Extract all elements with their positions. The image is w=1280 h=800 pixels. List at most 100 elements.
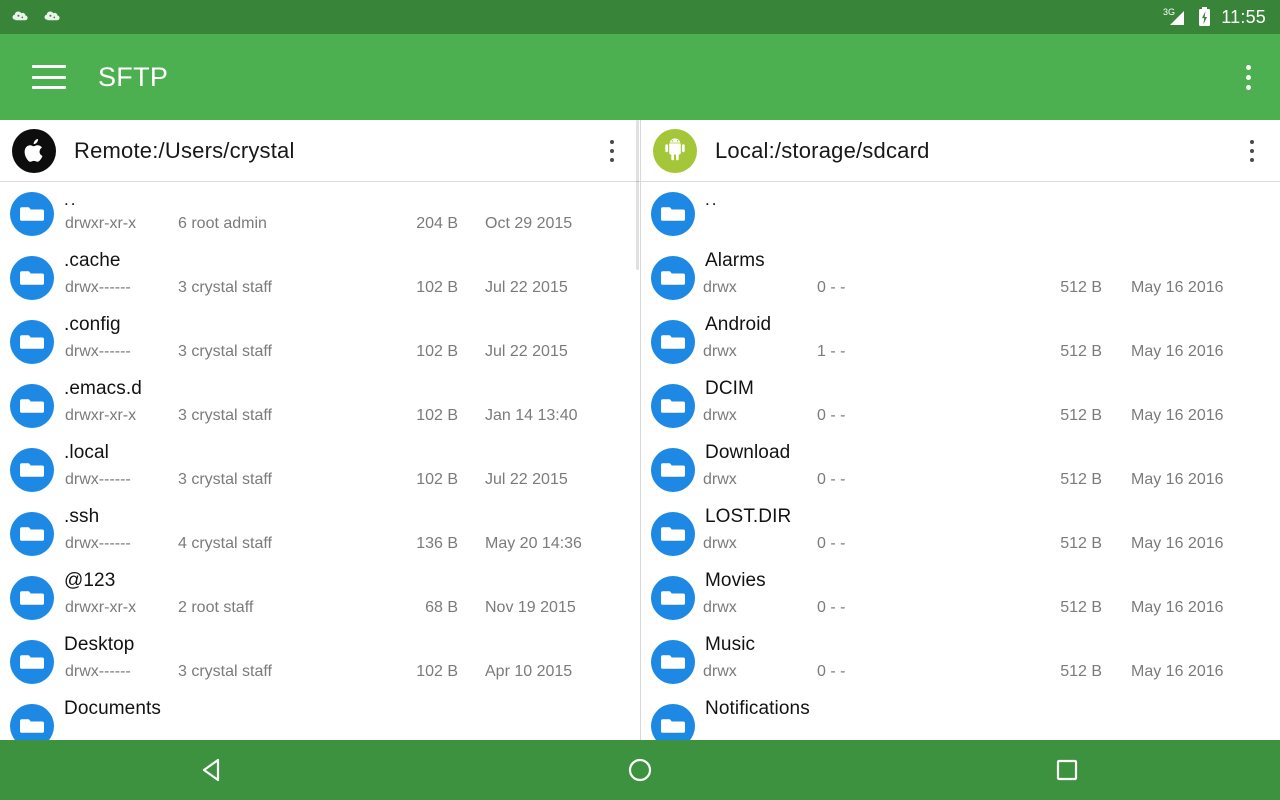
file-size: 204 B — [416, 215, 458, 233]
file-date: May 20 14:36 — [485, 535, 582, 553]
scrollbar[interactable] — [636, 120, 639, 270]
file-size: 512 B — [1060, 407, 1102, 425]
file-owner: 3 crystal staff — [178, 663, 272, 681]
file-row[interactable]: Notifications — [641, 694, 1280, 740]
file-size: 102 B — [416, 279, 458, 297]
local-file-list[interactable]: .. Alarms drwx 0 - - 512 B May 16 2016 Android… — [641, 182, 1280, 740]
folder-icon — [660, 459, 686, 481]
folder-icon — [660, 331, 686, 353]
file-name: Documents — [64, 698, 161, 720]
file-row[interactable]: @123drwxr-xr-x2 root staff68 BNov 19 201… — [0, 566, 640, 630]
overflow-menu-icon[interactable] — [598, 134, 626, 168]
folder-icon — [651, 704, 695, 740]
folder-icon — [19, 587, 45, 609]
file-date: Nov 19 2015 — [485, 599, 576, 617]
file-permissions: drwx------ — [65, 279, 131, 297]
remote-file-list[interactable]: ..drwxr-xr-x6 root admin204 BOct 29 2015… — [0, 182, 640, 740]
file-owner: 0 - - — [817, 407, 845, 425]
file-name: Alarms — [705, 250, 765, 272]
remote-pane-header: Remote:/Users/crystal — [0, 120, 640, 182]
file-row[interactable]: DCIMdrwx0 - -512 BMay 16 2016 — [641, 374, 1280, 438]
file-date: Jul 22 2015 — [485, 279, 568, 297]
folder-icon — [19, 267, 45, 289]
file-row[interactable]: .localdrwx------3 crystal staff102 BJul … — [0, 438, 640, 502]
recents-button[interactable] — [853, 740, 1280, 800]
folder-icon — [660, 587, 686, 609]
file-row[interactable]: .cachedrwx------3 crystal staff102 BJul … — [0, 246, 640, 310]
hamburger-menu-icon[interactable] — [32, 65, 66, 89]
folder-icon — [660, 267, 686, 289]
svg-text:3G: 3G — [1163, 7, 1175, 17]
file-name: Notifications — [705, 698, 810, 720]
recents-square-icon — [1052, 755, 1082, 785]
file-permissions: drwxr-xr-x — [65, 215, 136, 233]
file-permissions: drwxr-xr-x — [65, 599, 136, 617]
file-row[interactable]: .emacs.ddrwxr-xr-x3 crystal staff102 BJa… — [0, 374, 640, 438]
file-size: 512 B — [1060, 535, 1102, 553]
file-date: May 16 2016 — [1131, 279, 1224, 297]
home-button[interactable] — [427, 740, 854, 800]
file-size: 512 B — [1060, 279, 1102, 297]
file-row[interactable]: .configdrwx------3 crystal staff102 BJul… — [0, 310, 640, 374]
file-row[interactable]: LOST.DIRdrwx0 - -512 BMay 16 2016 — [641, 502, 1280, 566]
file-permissions: drwxr-xr-x — [65, 407, 136, 425]
file-name: @123 — [64, 570, 115, 592]
file-owner: 0 - - — [817, 279, 845, 297]
file-row[interactable]: Documents — [0, 694, 640, 740]
file-name: LOST.DIR — [705, 506, 791, 528]
home-circle-icon — [625, 755, 655, 785]
folder-icon — [660, 395, 686, 417]
folder-icon — [10, 704, 54, 740]
folder-icon — [19, 395, 45, 417]
file-name: DCIM — [705, 378, 754, 400]
app-notification-icon — [42, 6, 64, 28]
folder-icon — [651, 640, 695, 684]
folder-icon — [10, 384, 54, 428]
file-row[interactable]: Desktopdrwx------3 crystal staff102 BApr… — [0, 630, 640, 694]
file-size: 512 B — [1060, 663, 1102, 681]
file-row[interactable]: Moviesdrwx0 - -512 BMay 16 2016 — [641, 566, 1280, 630]
file-row[interactable]: Musicdrwx0 - -512 BMay 16 2016 — [641, 630, 1280, 694]
file-size: 68 B — [425, 599, 458, 617]
folder-icon — [10, 640, 54, 684]
overflow-menu-icon[interactable] — [1234, 60, 1262, 94]
file-size: 102 B — [416, 407, 458, 425]
file-row[interactable]: Alarmsdrwx0 - -512 BMay 16 2016 — [641, 246, 1280, 310]
file-owner: 0 - - — [817, 599, 845, 617]
file-name: .. — [705, 190, 718, 210]
file-row[interactable]: .. — [641, 182, 1280, 246]
file-owner: 0 - - — [817, 471, 845, 489]
file-row[interactable]: .sshdrwx------4 crystal staff136 BMay 20… — [0, 502, 640, 566]
file-date: May 16 2016 — [1131, 407, 1224, 425]
file-name: Music — [705, 634, 755, 656]
file-row[interactable]: ..drwxr-xr-x6 root admin204 BOct 29 2015 — [0, 182, 640, 246]
file-permissions: drwx — [703, 343, 737, 361]
dual-pane-file-browser: Remote:/Users/crystal ..drwxr-xr-x6 root… — [0, 120, 1280, 740]
status-bar: 3G 11:55 — [0, 0, 1280, 34]
folder-icon — [651, 320, 695, 364]
file-name: Movies — [705, 570, 766, 592]
file-date: Apr 10 2015 — [485, 663, 572, 681]
file-permissions: drwx — [703, 599, 737, 617]
file-date: Jan 14 13:40 — [485, 407, 578, 425]
folder-icon — [660, 651, 686, 673]
file-name: Android — [705, 314, 771, 336]
back-button[interactable] — [0, 740, 427, 800]
overflow-menu-icon[interactable] — [1238, 134, 1266, 168]
folder-icon — [10, 512, 54, 556]
file-name: .config — [64, 314, 121, 336]
folder-icon — [19, 459, 45, 481]
file-owner: 3 crystal staff — [178, 471, 272, 489]
sftp-app-screen: 3G 11:55 SFTP — [0, 0, 1280, 800]
file-name: .cache — [64, 250, 121, 272]
file-owner: 1 - - — [817, 343, 845, 361]
android-robot-icon — [653, 129, 697, 173]
status-system-icons: 3G 11:55 — [1162, 6, 1266, 28]
local-pane-header: Local:/storage/sdcard — [641, 120, 1280, 182]
file-owner: 0 - - — [817, 663, 845, 681]
remote-pane: Remote:/Users/crystal ..drwxr-xr-x6 root… — [0, 120, 640, 740]
folder-icon — [10, 192, 54, 236]
file-row[interactable]: Androiddrwx1 - -512 BMay 16 2016 — [641, 310, 1280, 374]
file-row[interactable]: Downloaddrwx0 - -512 BMay 16 2016 — [641, 438, 1280, 502]
folder-icon — [19, 523, 45, 545]
